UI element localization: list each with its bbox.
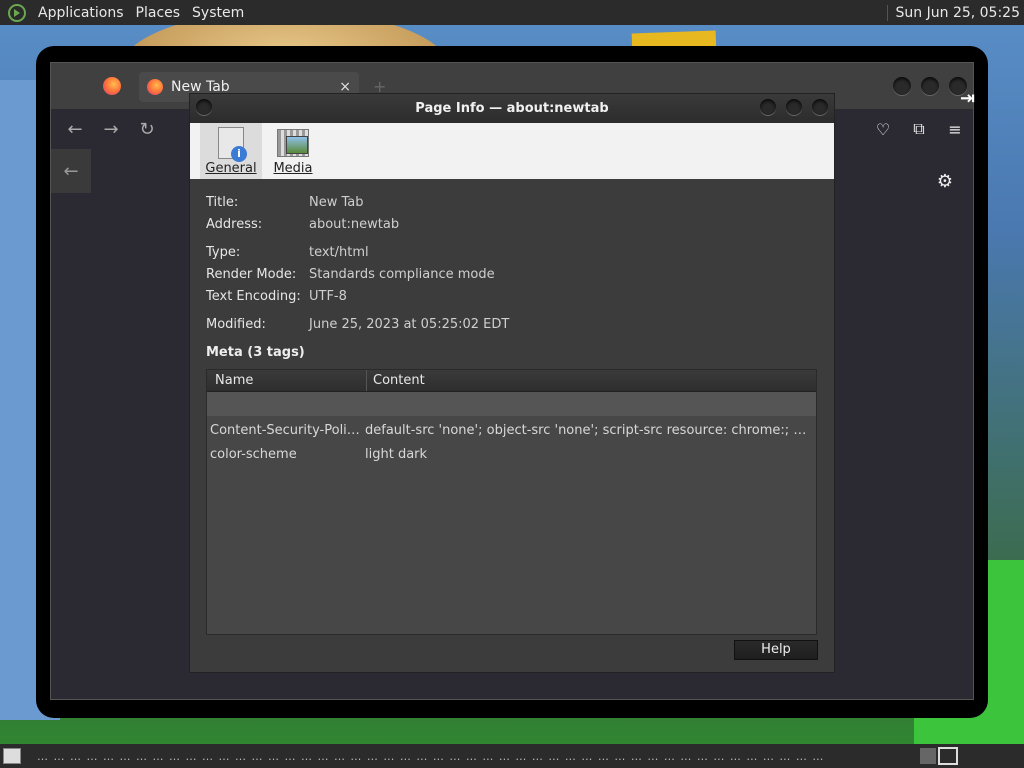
distro-logo-icon[interactable] — [8, 3, 26, 22]
dialog-close-button[interactable] — [812, 99, 828, 115]
dialog-minimize-button[interactable] — [760, 99, 776, 115]
extensions-icon[interactable]: ⧉ — [901, 119, 937, 139]
workspace-1[interactable] — [920, 748, 936, 764]
table-row[interactable]: color-scheme light dark — [207, 442, 816, 466]
applications-menu[interactable]: Applications — [32, 5, 130, 21]
system-menu[interactable]: System — [186, 5, 250, 21]
tab-general[interactable]: General — [200, 123, 262, 179]
pocket-icon[interactable]: ♡ — [865, 120, 901, 139]
dialog-title: Page Info — about:newtab — [415, 101, 609, 116]
settings-gear-icon[interactable]: ⚙ — [937, 171, 953, 192]
field-modified: Modified: June 25, 2023 at 05:25:02 EDT — [206, 313, 818, 335]
meta-table[interactable]: Name Content Content-Security-Polic… def… — [206, 369, 817, 635]
places-menu[interactable]: Places — [130, 5, 187, 21]
field-render-mode: Render Mode: Standards compliance mode — [206, 263, 818, 285]
media-icon — [277, 129, 309, 157]
panel-separator — [886, 4, 888, 21]
meta-name-cell: color-scheme — [210, 446, 297, 462]
back-button[interactable]: ← — [57, 119, 93, 140]
minimize-button[interactable] — [893, 77, 911, 95]
maximize-button[interactable] — [921, 77, 939, 95]
meta-content-cell: default-src 'none'; object-src 'none'; s… — [365, 422, 816, 438]
general-icon — [218, 127, 247, 162]
tab-title: New Tab — [171, 79, 230, 95]
table-row[interactable]: Content-Security-Polic… default-src 'non… — [207, 418, 816, 442]
field-encoding: Text Encoding: UTF-8 — [206, 285, 818, 307]
tab-close-icon[interactable]: × — [339, 79, 351, 95]
nav-right-tools: ♡ ⧉ ≡ — [865, 109, 973, 149]
menu-icon[interactable]: ≡ — [937, 120, 973, 139]
firefox-icon — [147, 79, 163, 95]
sidebar-back-icon[interactable]: ← — [51, 149, 91, 193]
field-label: Address: — [206, 216, 263, 232]
field-value[interactable]: about:newtab — [309, 217, 399, 232]
clock[interactable]: Sun Jun 25, 05:25 — [896, 5, 1024, 21]
field-value[interactable]: text/html — [309, 245, 369, 260]
table-row[interactable] — [207, 392, 816, 416]
meta-heading: Meta (3 tags) — [206, 345, 305, 360]
tab-media-label: Media — [273, 161, 313, 176]
dialog-maximize-button[interactable] — [786, 99, 802, 115]
dialog-menu-button[interactable] — [196, 99, 212, 115]
cursor-icon: ⇥ — [960, 88, 976, 109]
field-label: Type: — [206, 244, 241, 260]
page-info-dialog: Page Info — about:newtab General Media T… — [190, 94, 834, 672]
reload-button[interactable]: ↻ — [129, 119, 165, 140]
window-controls — [893, 77, 967, 95]
field-address: Address: about:newtab — [206, 213, 818, 235]
dialog-toolbar: General Media — [190, 123, 834, 179]
field-value[interactable]: UTF-8 — [309, 289, 347, 304]
tab-general-label: General — [205, 161, 257, 176]
table-header: Name Content — [207, 370, 816, 392]
field-value[interactable]: Standards compliance mode — [309, 267, 495, 282]
top-panel: Applications Places System Sun Jun 25, 0… — [0, 0, 1024, 25]
field-label: Title: — [206, 194, 239, 210]
meta-name-cell: Content-Security-Polic… — [210, 422, 365, 438]
window-list[interactable]: … … … … … … … … … … … … … … … … … … … … … — [21, 750, 938, 763]
field-value[interactable]: June 25, 2023 at 05:25:02 EDT — [309, 317, 509, 332]
field-type: Type: text/html — [206, 241, 818, 263]
dialog-titlebar[interactable]: Page Info — about:newtab — [190, 94, 834, 123]
meta-content-cell: light dark — [365, 446, 428, 462]
bottom-panel: … … … … … … … … … … … … … … … … … … … … … — [0, 744, 1024, 768]
column-header-content[interactable]: Content — [367, 373, 425, 388]
field-label: Render Mode: — [206, 266, 297, 282]
column-header-name[interactable]: Name — [207, 370, 367, 391]
general-panel: Title: New Tab Address: about:newtab Typ… — [190, 179, 834, 635]
dialog-window-controls — [760, 99, 828, 115]
field-title: Title: New Tab — [206, 191, 818, 213]
show-desktop-icon[interactable] — [3, 748, 21, 764]
field-label: Text Encoding: — [206, 288, 301, 304]
forward-button[interactable]: → — [93, 119, 129, 140]
field-value[interactable]: New Tab — [309, 195, 364, 210]
field-label: Modified: — [206, 316, 266, 332]
tab-media[interactable]: Media — [262, 123, 324, 179]
workspace-2[interactable] — [938, 747, 958, 765]
firefox-view-icon[interactable] — [103, 77, 121, 95]
help-button[interactable]: Help — [734, 640, 818, 660]
